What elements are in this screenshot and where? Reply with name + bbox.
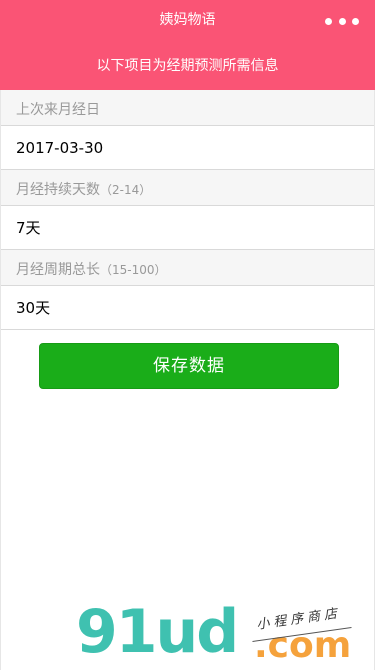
duration-hint: （2-14） (100, 183, 152, 197)
cycle-label-text: 月经周期总长 (16, 262, 100, 278)
last-period-label-text: 上次来月经日 (16, 102, 100, 118)
duration-value: 7天 (16, 219, 41, 237)
duration-field[interactable]: 7天 (0, 206, 375, 250)
nav-title: 姨妈物语 (159, 12, 216, 28)
header-subtitle: 以下项目为经期预测所需信息 (96, 58, 279, 74)
cycle-label: 月经周期总长（15-100） (0, 250, 375, 286)
dot (338, 17, 346, 25)
save-button[interactable]: 保存数据 (39, 343, 339, 389)
watermark-main: 91ud (76, 597, 239, 667)
last-period-field[interactable]: 2017-03-30 (0, 126, 375, 170)
period-form: 上次来月经日 2017-03-30 月经持续天数（2-14） 7天 月经周期总长… (0, 90, 375, 330)
duration-label: 月经持续天数（2-14） (0, 170, 375, 206)
app-header: 姨妈物语 以下项目为经期预测所需信息 (0, 0, 375, 90)
cycle-hint: （15-100） (100, 263, 167, 277)
more-dots-icon[interactable] (325, 16, 359, 26)
dot (325, 17, 332, 25)
dot (352, 17, 359, 25)
duration-label-text: 月经持续天数 (16, 182, 100, 198)
page-border-left (0, 90, 1, 670)
last-period-label: 上次来月经日 (0, 90, 375, 126)
cycle-value: 30天 (16, 299, 51, 317)
watermark-logo: 91ud .com 小程序商店 (76, 598, 366, 670)
last-period-value: 2017-03-30 (16, 139, 104, 157)
cycle-field[interactable]: 30天 (0, 286, 375, 330)
